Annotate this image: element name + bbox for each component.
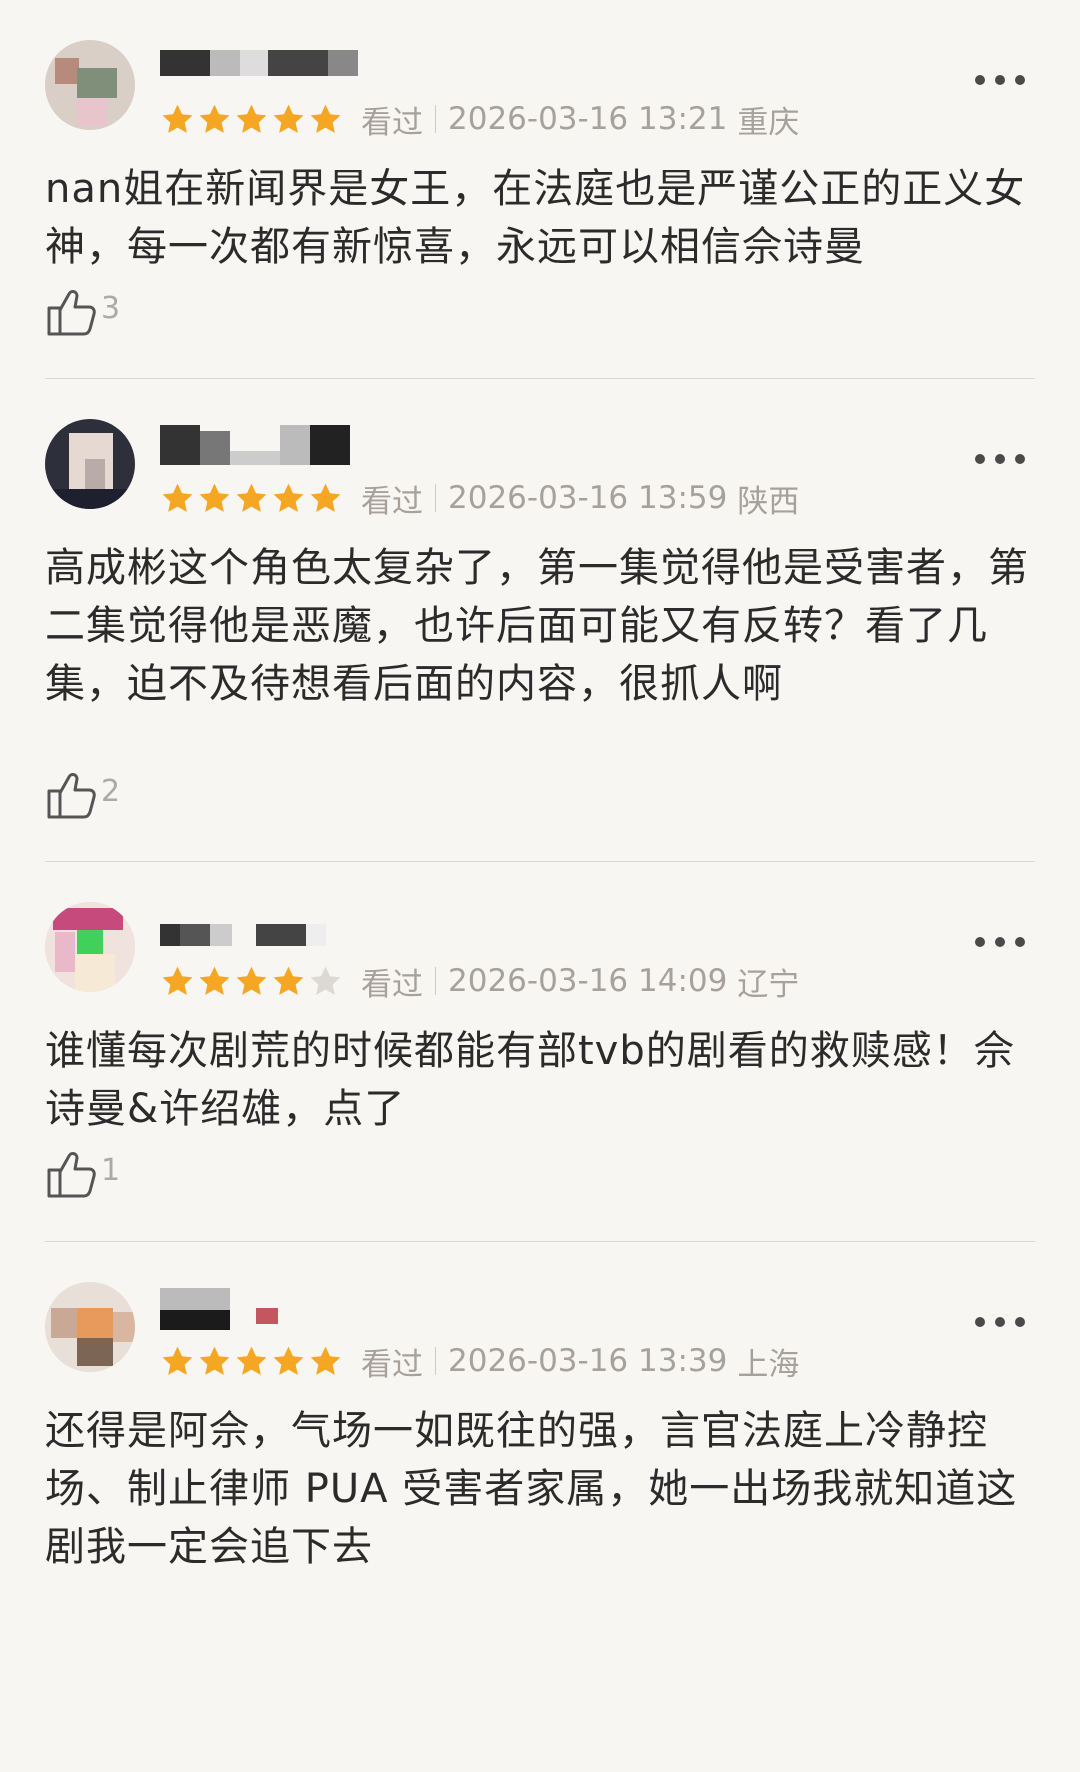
review-meta: 看过 2026-03-16 13:21 重庆 <box>160 99 800 141</box>
star-filled-icon <box>197 481 232 516</box>
location: 重庆 <box>737 104 800 141</box>
more-options-button[interactable] <box>975 449 1025 469</box>
watch-status: 看过 <box>361 966 423 1003</box>
like-button[interactable]: 3 <box>45 282 120 338</box>
review-meta: 看过 2026-03-16 13:59 陕西 <box>160 478 800 520</box>
username-blurred[interactable] <box>160 904 360 946</box>
review-content: 高成彬这个角色太复杂了，第一集觉得他是受害者，第二集觉得他是恶魔，也许后面可能又… <box>45 545 1029 707</box>
star-rating <box>160 1344 343 1379</box>
thumbs-up-icon <box>45 767 97 821</box>
timestamp: 2026-03-16 14:09 <box>448 963 728 999</box>
star-filled-icon <box>308 1344 343 1379</box>
star-filled-icon <box>160 102 195 137</box>
review-content: 谁懂每次剧荒的时候都能有部tvb的剧看的救赎感！佘诗曼&许绍雄，点了 <box>45 1028 1015 1132</box>
star-filled-icon <box>271 964 306 999</box>
watch-status: 看过 <box>361 483 423 520</box>
more-dots-icon <box>975 75 985 85</box>
divider <box>435 1347 436 1375</box>
star-filled-icon <box>234 1344 269 1379</box>
star-filled-icon <box>160 1344 195 1379</box>
review-item: 看过 2026-03-16 13:59 陕西 高成彬这个角色太复杂了，第一集觉得… <box>45 379 1035 862</box>
star-filled-icon <box>160 481 195 516</box>
like-button[interactable]: 1 <box>45 1144 120 1200</box>
more-dots-icon <box>975 454 985 464</box>
review-content: nan姐在新闻界是女王，在法庭也是严谨公正的正义女神，每一次都有新惊喜，永远可以… <box>45 166 1026 270</box>
thumbs-up-icon <box>45 284 97 338</box>
star-filled-icon <box>308 481 343 516</box>
star-filled-icon <box>271 102 306 137</box>
review-item: 看过 2026-03-16 14:09 辽宁 谁懂每次剧荒的时候都能有部tvb的… <box>45 862 1035 1242</box>
watch-status: 看过 <box>361 104 423 141</box>
location: 陕西 <box>737 483 800 520</box>
username-blurred[interactable] <box>160 421 360 465</box>
more-dots-icon <box>975 937 985 947</box>
star-rating <box>160 481 343 516</box>
more-options-button[interactable] <box>975 1312 1025 1332</box>
star-filled-icon <box>271 481 306 516</box>
star-filled-icon <box>197 102 232 137</box>
review-item: 看过 2026-03-16 13:39 上海 还得是阿佘，气场一如既往的强，言官… <box>45 1242 1035 1772</box>
star-rating <box>160 102 343 137</box>
more-options-button[interactable] <box>975 70 1025 90</box>
like-button[interactable]: 2 <box>45 765 120 821</box>
like-count: 1 <box>101 1153 121 1188</box>
star-filled-icon <box>234 102 269 137</box>
star-filled-icon <box>197 1344 232 1379</box>
watch-status: 看过 <box>361 1346 423 1383</box>
avatar[interactable] <box>45 1282 135 1372</box>
more-dots-icon <box>975 1317 985 1327</box>
avatar[interactable] <box>45 40 135 130</box>
review-content: 还得是阿佘，气场一如既往的强，言官法庭上冷静控场、制止律师 PUA 受害者家属，… <box>45 1408 1018 1570</box>
star-filled-icon <box>160 964 195 999</box>
divider <box>435 105 436 133</box>
review-feed: 看过 2026-03-16 13:21 重庆 nan姐在新闻界是女王，在法庭也是… <box>0 0 1080 1772</box>
location: 上海 <box>737 1346 800 1383</box>
timestamp: 2026-03-16 13:39 <box>448 1343 728 1379</box>
star-filled-icon <box>271 1344 306 1379</box>
star-empty-icon <box>308 964 343 999</box>
review-meta: 看过 2026-03-16 13:39 上海 <box>160 1341 800 1383</box>
star-filled-icon <box>234 481 269 516</box>
like-count: 2 <box>101 774 121 809</box>
timestamp: 2026-03-16 13:59 <box>448 480 728 516</box>
star-filled-icon <box>197 964 232 999</box>
avatar[interactable] <box>45 902 135 992</box>
star-filled-icon <box>308 102 343 137</box>
star-filled-icon <box>234 964 269 999</box>
username-blurred[interactable] <box>160 42 360 84</box>
location: 辽宁 <box>737 966 800 1003</box>
star-rating <box>160 964 343 999</box>
review-meta: 看过 2026-03-16 14:09 辽宁 <box>160 961 800 1003</box>
divider <box>435 967 436 995</box>
timestamp: 2026-03-16 13:21 <box>448 101 728 137</box>
avatar[interactable] <box>45 419 135 509</box>
like-count: 3 <box>101 291 121 326</box>
more-options-button[interactable] <box>975 932 1025 952</box>
divider <box>435 484 436 512</box>
review-item: 看过 2026-03-16 13:21 重庆 nan姐在新闻界是女王，在法庭也是… <box>45 0 1035 379</box>
thumbs-up-icon <box>45 1146 97 1200</box>
username-blurred[interactable] <box>160 1284 360 1330</box>
